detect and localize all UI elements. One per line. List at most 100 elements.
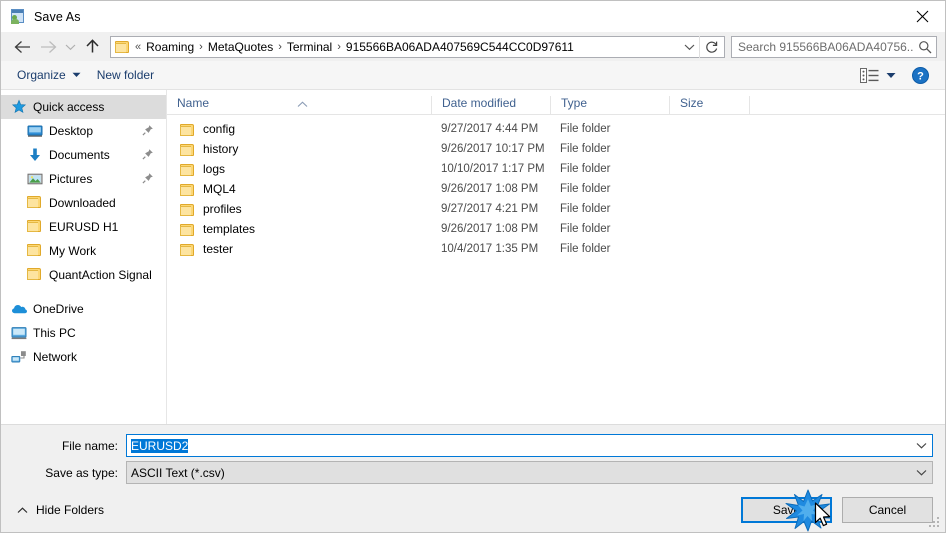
search-box[interactable]: Search 915566BA06ADA40756... [731,35,937,58]
recent-locations-button[interactable] [61,35,79,59]
file-name-cell: MQL4 [167,182,432,196]
help-button[interactable]: ? [902,66,937,84]
sidebar-label: Documents [49,148,110,162]
sort-ascending-icon [297,97,308,111]
command-bar: Organize New folder ? [1,61,945,90]
folder-icon [180,183,196,196]
table-row[interactable]: history 9/26/2017 10:17 PM File folder [167,139,945,159]
file-list-rows: config 9/27/2017 4:44 PM File folder his… [167,115,945,424]
file-name-dropdown-button[interactable] [910,442,932,449]
file-name: logs [203,162,226,176]
column-header-size[interactable]: Size [670,96,750,114]
file-date: 10/4/2017 1:35 PM [441,243,539,255]
column-label: Size [680,96,704,110]
back-button[interactable] [9,35,35,59]
refresh-button[interactable] [699,35,724,58]
close-button[interactable] [899,1,945,32]
address-dropdown-button[interactable] [679,43,699,51]
file-name-input[interactable]: EURUSD2 [126,434,933,457]
file-name-cell: logs [167,162,432,176]
save-as-type-row: Save as type: ASCII Text (*.csv) [13,461,933,484]
new-folder-label: New folder [96,68,155,82]
file-date: 10/10/2017 1:17 PM [441,163,545,175]
address-bar[interactable]: « Roaming › MetaQuotes › Terminal › 9155… [110,35,725,58]
sidebar-label: Pictures [49,172,93,186]
file-name: templates [203,222,256,236]
save-as-type-dropdown-button[interactable] [910,469,932,476]
hide-folders-label: Hide Folders [36,503,105,517]
file-type: File folder [560,143,611,155]
column-header-type[interactable]: Type [551,96,670,114]
folder-icon [180,123,196,136]
sidebar-item-quick-access[interactable]: Quick access [1,95,166,119]
sidebar-item-network[interactable]: Network [1,345,166,369]
forward-button[interactable] [35,35,61,59]
table-row[interactable]: MQL4 9/26/2017 1:08 PM File folder [167,179,945,199]
file-type: File folder [560,183,611,195]
save-as-dialog: Save As « Roaming › MetaQuotes › Termina… [0,0,946,533]
column-label: Date modified [442,96,517,110]
dialog-footer: Hide Folders Save Cancel [1,488,945,532]
breadcrumb-item-terminal[interactable]: Terminal [283,40,336,54]
sidebar-label: Network [33,350,78,364]
sidebar-item-my-work[interactable]: My Work [1,239,166,263]
sidebar-label: EURUSD H1 [49,220,119,234]
column-header-date-modified[interactable]: Date modified [432,96,551,114]
view-layout-icon [860,67,879,83]
organize-label: Organize [17,68,66,82]
folder-icon [180,203,196,216]
folder-icon [27,195,43,211]
view-options-button[interactable] [854,67,902,83]
breadcrumb-overflow[interactable]: « [134,41,142,53]
file-name-cell: templates [167,222,432,236]
chevron-up-icon [17,506,28,513]
up-button[interactable] [79,35,105,59]
column-header-name[interactable]: Name [167,96,432,114]
folder-icon [180,243,196,256]
sidebar-item-this-pc[interactable]: This PC [1,321,166,345]
file-list-header: Name Date modified Type Size [167,90,945,115]
search-input[interactable]: Search 915566BA06ADA40756... [732,40,914,54]
sidebar-item-documents[interactable]: Documents [1,143,166,167]
pin-icon[interactable] [142,172,154,184]
table-row[interactable]: templates 9/26/2017 1:08 PM File folder [167,219,945,239]
sidebar-item-downloaded[interactable]: Downloaded [1,191,166,215]
star-icon [11,99,27,115]
breadcrumb-item-metaquotes[interactable]: MetaQuotes [204,40,277,54]
breadcrumb-item-roaming[interactable]: Roaming [142,40,198,54]
save-button[interactable]: Save [741,497,832,523]
file-name-cell: config [167,122,432,136]
sidebar-item-onedrive[interactable]: OneDrive [1,297,166,321]
documents-icon [27,147,43,163]
pin-icon[interactable] [142,124,154,136]
hide-folders-button[interactable]: Hide Folders [13,503,104,517]
sidebar-item-eurusd-h1[interactable]: EURUSD H1 [1,215,166,239]
table-row[interactable]: profiles 9/27/2017 4:21 PM File folder [167,199,945,219]
cancel-button[interactable]: Cancel [842,497,933,523]
new-folder-button[interactable]: New folder [89,65,162,85]
table-row[interactable]: logs 10/10/2017 1:17 PM File folder [167,159,945,179]
dialog-body: Quick access Desktop Documents Pictures … [1,90,945,425]
pin-icon[interactable] [142,148,154,160]
table-row[interactable]: config 9/27/2017 4:44 PM File folder [167,119,945,139]
sidebar-label: This PC [33,326,76,340]
help-icon: ? [912,66,929,84]
sidebar-item-desktop[interactable]: Desktop [1,119,166,143]
sidebar-item-quantaction-signal[interactable]: QuantAction Signal [1,263,166,287]
file-type: File folder [560,203,611,215]
onedrive-icon [11,301,27,317]
folder-icon [180,223,196,236]
network-icon [11,349,27,365]
breadcrumb-item-guid[interactable]: 915566BA06ADA407569C544CC0D97611 [342,40,578,54]
table-row[interactable]: tester 10/4/2017 1:35 PM File folder [167,239,945,259]
sidebar-label: Downloaded [49,196,116,210]
address-row: « Roaming › MetaQuotes › Terminal › 9155… [1,32,945,61]
organize-button[interactable]: Organize [9,65,89,85]
file-name: profiles [203,202,242,216]
resize-grip-icon[interactable] [928,516,941,529]
save-as-icon [10,8,26,25]
save-as-type-select[interactable]: ASCII Text (*.csv) [126,461,933,484]
sidebar-item-pictures[interactable]: Pictures [1,167,166,191]
pictures-icon [27,171,43,187]
